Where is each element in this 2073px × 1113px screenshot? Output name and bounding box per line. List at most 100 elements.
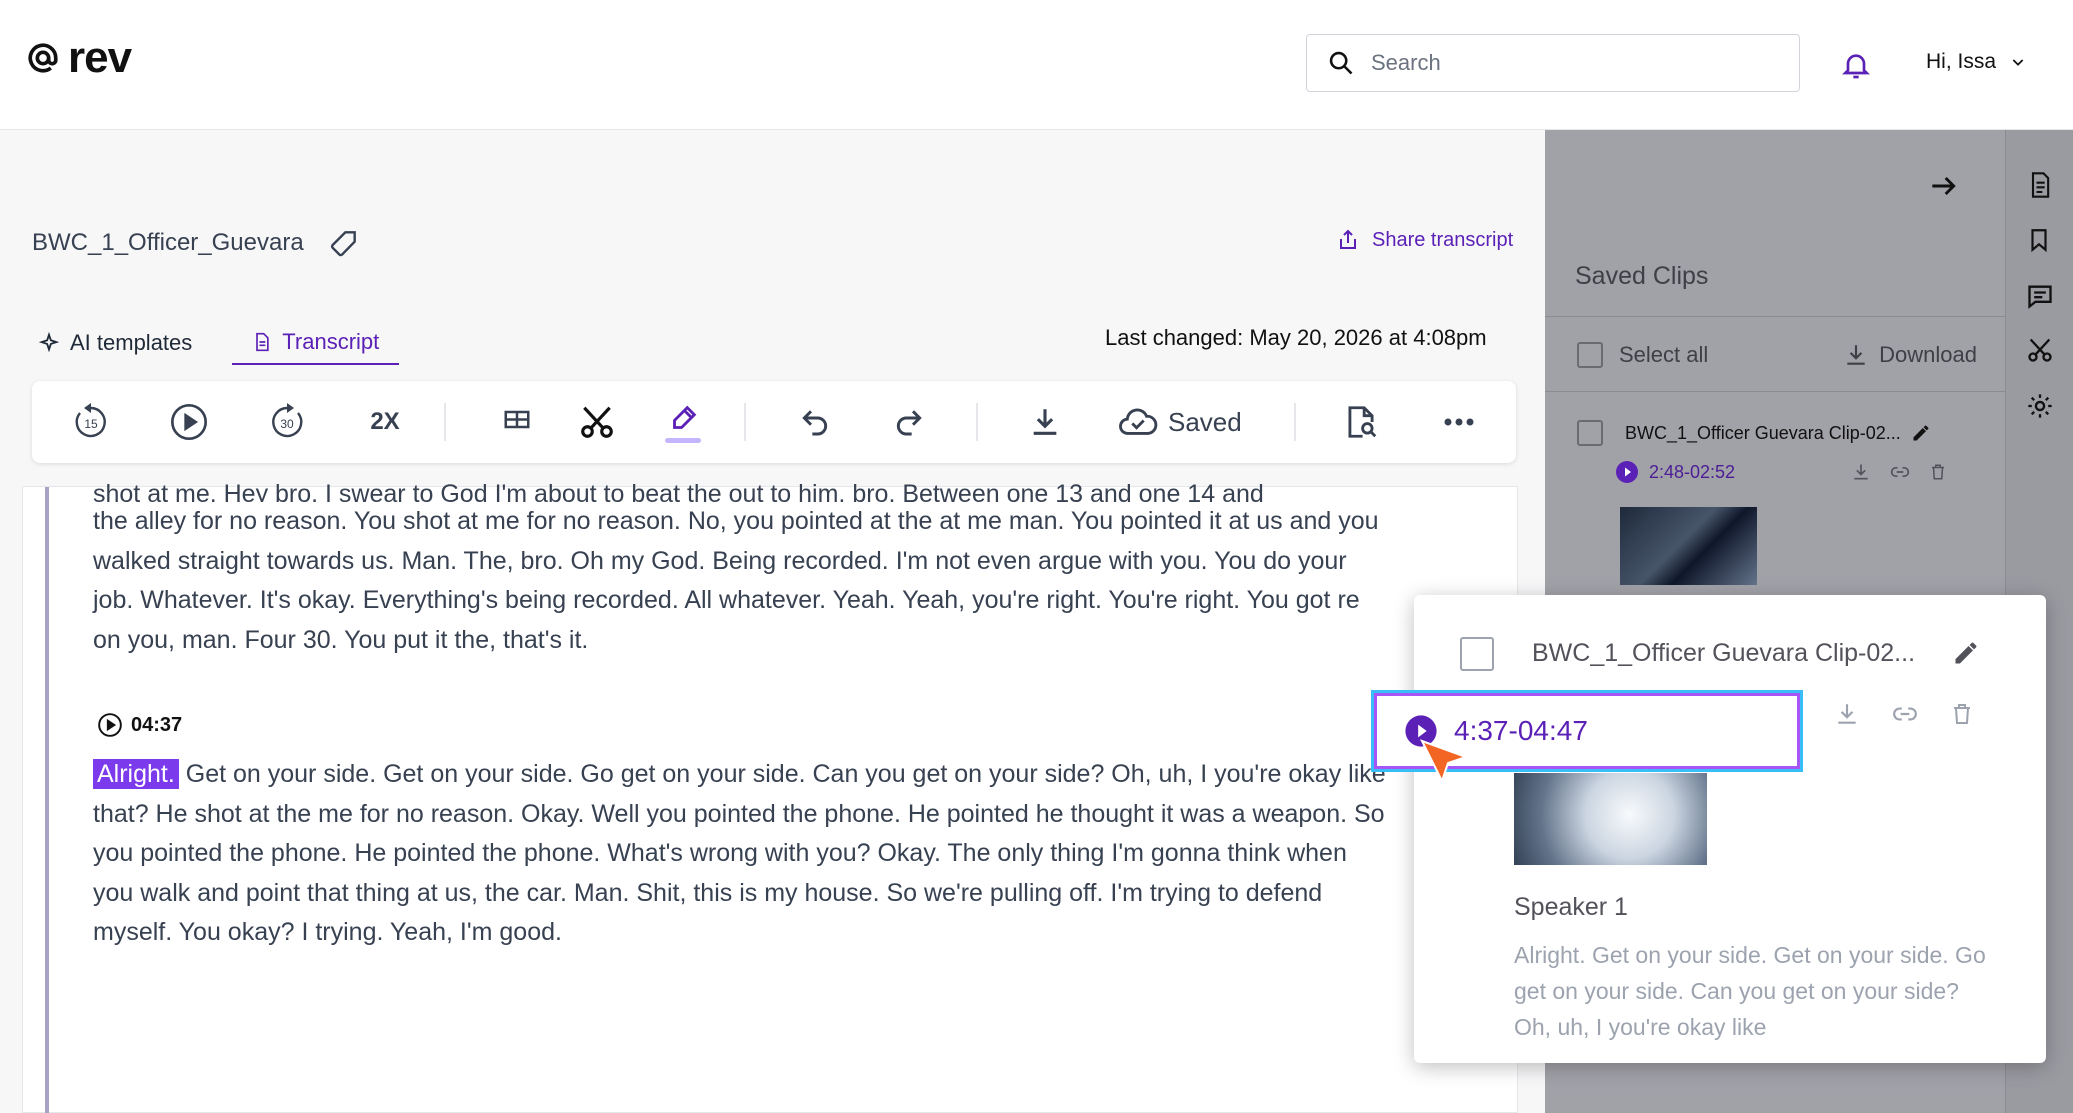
arrow-right-icon[interactable] (1927, 170, 1959, 202)
play-icon (171, 404, 207, 440)
download-label: Download (1879, 342, 1977, 367)
download-icon[interactable] (1834, 701, 1860, 727)
clip-list-item[interactable]: BWC_1_Officer Guevara Clip-02... 2:48-02… (1577, 420, 1997, 484)
download-icon (1847, 345, 1865, 365)
link-icon[interactable] (1890, 701, 1920, 727)
comments-icon[interactable] (2026, 282, 2054, 310)
clip-checkbox[interactable] (1577, 420, 1603, 446)
download-icon (1033, 409, 1057, 435)
speaker-label: Speaker 1 (1514, 893, 1628, 921)
toolbar-divider (444, 403, 446, 441)
clip-time-range: 2:48-02:52 (1649, 461, 1736, 482)
paragraph-partial-line: shot at me. Hey bro. I swear to God I'm … (93, 480, 1264, 502)
find-in-document-button[interactable] (1338, 401, 1384, 443)
scissors-icon[interactable] (2026, 336, 2054, 364)
clip-actions (1851, 462, 1947, 482)
saved-status: Saved (1118, 401, 1288, 443)
page-title: BWC_1_Officer_Guevara (32, 229, 304, 256)
trash-icon[interactable] (1950, 701, 1974, 727)
rewind-15-button[interactable]: 15 (66, 401, 116, 443)
search-icon (1329, 51, 1353, 75)
tag-icon[interactable] (328, 227, 360, 259)
main-content: BWC_1_Officer_Guevara Share transcript A… (0, 131, 1545, 1113)
mouse-cursor-icon (1419, 739, 1470, 784)
clip-checkbox[interactable] (1460, 637, 1494, 671)
view-tabs: AI templates Transcript (38, 323, 400, 365)
pencil-icon[interactable] (1911, 423, 1931, 443)
clip-scissors-button[interactable] (574, 401, 620, 443)
timestamp-marker[interactable]: 04:37 (97, 712, 182, 738)
rewind-icon: 15 (75, 403, 106, 438)
tab-label: Transcript (282, 329, 380, 354)
brand-name: rev (68, 33, 132, 82)
redo-button[interactable] (886, 401, 932, 443)
highlighted-word[interactable]: Alright. (93, 759, 179, 789)
timestamp-label: 04:37 (131, 713, 183, 736)
panel-divider (1545, 391, 2005, 392)
panel-divider (1545, 316, 2005, 317)
trash-icon[interactable] (1929, 462, 1947, 482)
notes-icon[interactable] (2026, 170, 2054, 200)
bookmark-icon[interactable] (2026, 226, 2052, 254)
insert-table-button[interactable] (494, 401, 540, 443)
transcript-paragraph[interactable]: shot at me. Hey bro. I swear to God I'm … (93, 475, 1393, 660)
rev-logo[interactable]: rev (26, 33, 132, 82)
share-transcript-label: Share transcript (1372, 228, 1514, 251)
link-icon[interactable] (1889, 462, 1911, 482)
forward-30-button[interactable]: 30 (262, 401, 312, 443)
sparkle-icon (38, 332, 60, 353)
saved-clips-title: Saved Clips (1575, 262, 1709, 290)
fast-forward-icon: 30 (272, 403, 303, 438)
paragraph-text: the alley for no reason. You shot at me … (93, 507, 1379, 654)
playback-speed-button[interactable]: 2X (360, 401, 410, 443)
select-all-label: Select all (1619, 342, 1709, 367)
clip-thumbnail[interactable] (1620, 507, 1757, 585)
search-box[interactable] (1306, 34, 1800, 92)
clip-time-range: 4:37-04:47 (1454, 715, 1588, 746)
chevron-down-icon (2012, 59, 2024, 66)
redo-icon (896, 410, 922, 436)
share-transcript-link[interactable]: Share transcript (1336, 227, 1513, 253)
tab-transcript[interactable]: Transcript (232, 323, 400, 365)
last-changed-text: Last changed: May 20, 2026 at 4:08pm (1105, 325, 1487, 350)
clip-preview-card[interactable]: BWC_1_Officer Guevara Clip-02... Speaker… (1414, 595, 2046, 1063)
highlighter-swatch (665, 437, 701, 443)
toolbar-divider (1294, 403, 1296, 441)
scissors-icon (581, 406, 613, 438)
select-all-row: Select all Download (1577, 342, 1977, 368)
highlighter-icon (673, 405, 697, 429)
select-all-checkbox[interactable] (1577, 342, 1603, 368)
svg-text:15: 15 (84, 417, 98, 431)
paragraph-text: Get on your side. Get on your side. Go g… (93, 760, 1386, 946)
transcript-editor[interactable]: shot at me. Hey bro. I swear to God I'm … (22, 480, 1518, 1113)
cloud-check-icon (1119, 408, 1158, 435)
highlighter-button[interactable] (660, 401, 706, 443)
more-options-button[interactable] (1436, 401, 1482, 443)
download-button[interactable] (1022, 401, 1068, 443)
user-menu[interactable]: Hi, Issa (1926, 50, 2026, 74)
speaker-rail (45, 487, 49, 1113)
play-circle-filled-icon[interactable] (1615, 460, 1639, 484)
gear-icon[interactable] (2026, 392, 2054, 420)
download-clips-button[interactable]: Download (1843, 342, 1977, 368)
pencil-icon[interactable] (1952, 639, 1980, 667)
clip-actions (1834, 701, 1974, 727)
svg-text:30: 30 (280, 417, 294, 431)
play-button[interactable] (164, 401, 214, 443)
search-input[interactable] (1371, 50, 1771, 76)
transcript-paragraph[interactable]: Alright. Get on your side. Get on your s… (93, 755, 1393, 953)
table-insert-icon (504, 410, 530, 429)
share-icon (1340, 229, 1356, 249)
title-row: BWC_1_Officer_Guevara (32, 227, 360, 259)
top-header: rev Hi, Issa (0, 0, 2073, 130)
clip-name: BWC_1_Officer Guevara Clip-02... (1532, 639, 1916, 667)
at-sign-icon (28, 43, 58, 73)
undo-button[interactable] (792, 401, 838, 443)
clip-thumbnail[interactable] (1514, 773, 1707, 865)
clip-name: BWC_1_Officer Guevara Clip-02... (1625, 422, 1901, 443)
saved-label: Saved (1168, 406, 1242, 437)
tab-ai-templates[interactable]: AI templates (38, 323, 212, 365)
bell-icon[interactable] (1840, 48, 1872, 82)
clip-snippet: Alright. Get on your side. Get on your s… (1514, 942, 1986, 1040)
download-icon[interactable] (1851, 462, 1871, 482)
